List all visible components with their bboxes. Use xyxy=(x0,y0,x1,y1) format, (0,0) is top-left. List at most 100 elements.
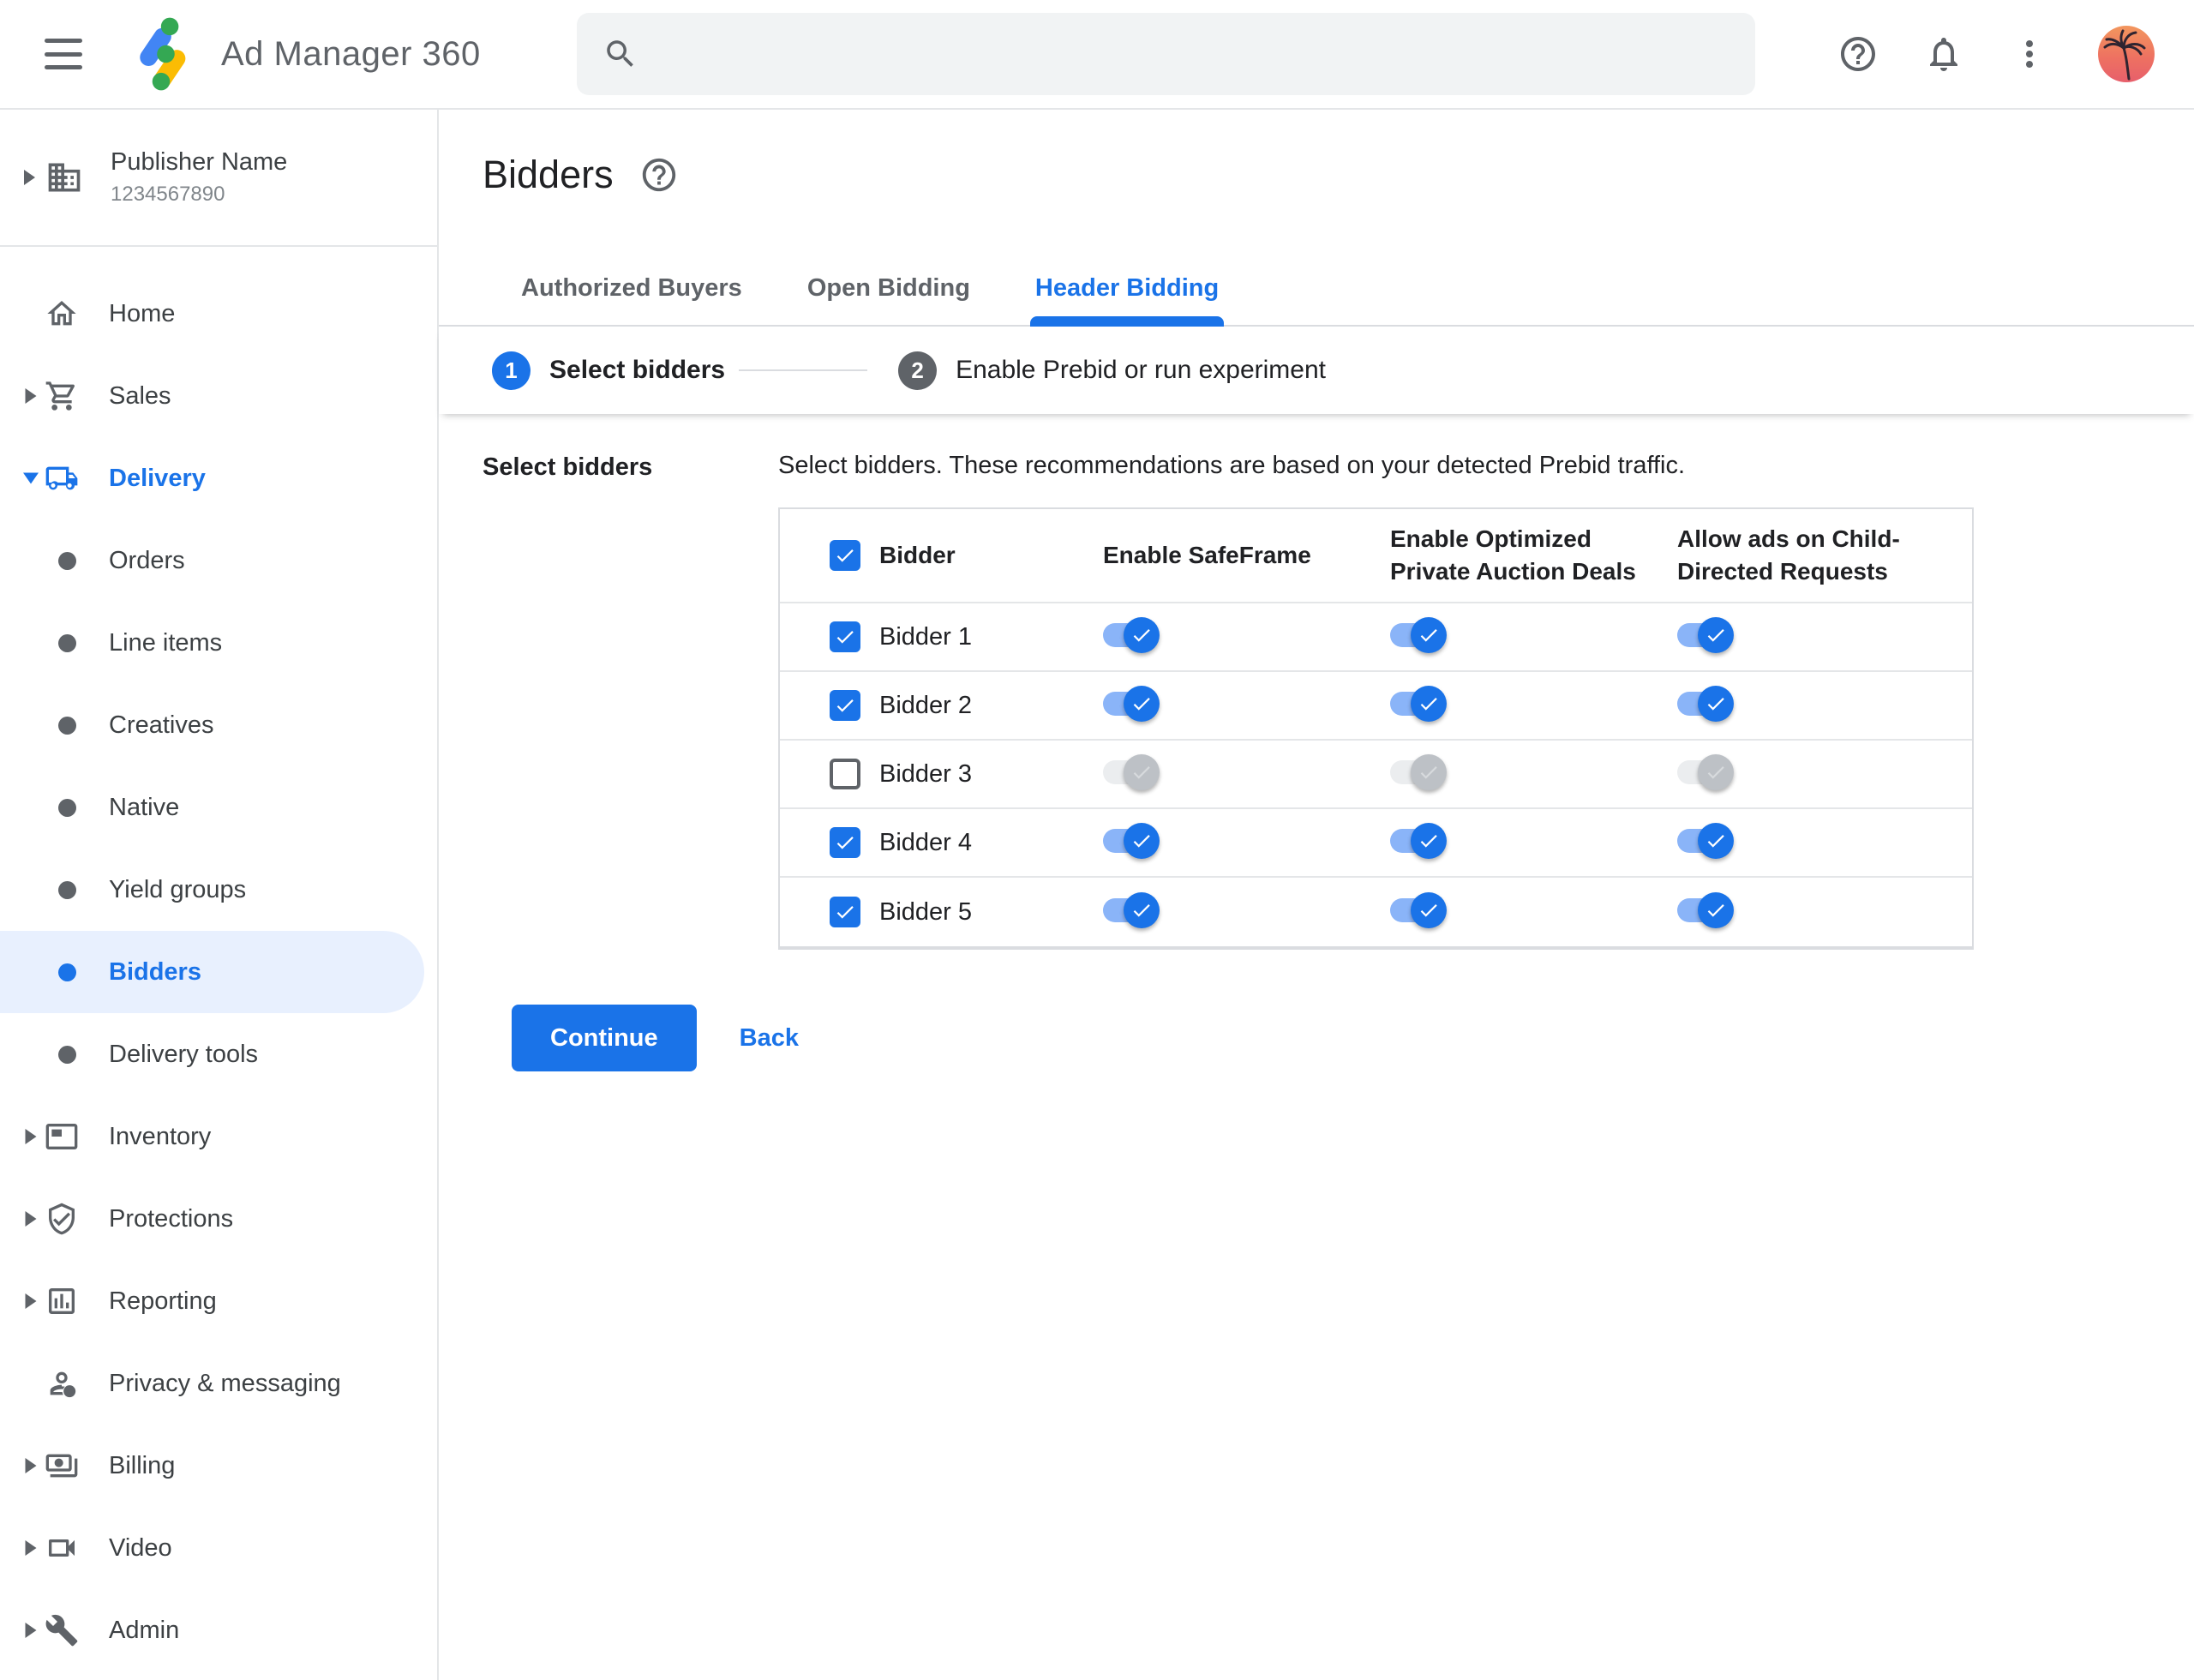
expand-arrow-icon xyxy=(21,1126,41,1147)
home-icon xyxy=(45,297,79,331)
bidder-name: Bidder 1 xyxy=(879,622,973,651)
check-icon xyxy=(1707,834,1724,848)
tab[interactable]: Authorized Buyers xyxy=(516,274,747,325)
more-vert-icon[interactable] xyxy=(2009,33,2050,75)
child-directed-toggle[interactable] xyxy=(1677,685,1734,722)
child-directed-toggle[interactable] xyxy=(1677,891,1734,928)
app-title: Ad Manager 360 xyxy=(221,34,481,73)
truck-icon xyxy=(45,461,79,495)
sidebar-subitem[interactable]: Delivery tools xyxy=(0,1013,424,1095)
optimized-private-auction-toggle[interactable] xyxy=(1390,822,1447,859)
continue-button[interactable]: Continue xyxy=(512,1005,697,1071)
sidebar-item[interactable]: Video xyxy=(0,1507,437,1589)
check-icon xyxy=(1133,903,1150,917)
sidebar-subitem[interactable]: Orders xyxy=(0,519,424,602)
page-title: Bidders xyxy=(483,153,614,196)
child-directed-toggle[interactable] xyxy=(1677,616,1734,653)
child-directed-toggle[interactable] xyxy=(1677,753,1734,790)
step-number-badge: 2 xyxy=(898,351,938,390)
bullet-icon xyxy=(58,963,76,981)
privacy-icon xyxy=(45,1366,79,1401)
menu-icon[interactable] xyxy=(45,39,82,69)
expand-arrow-icon xyxy=(21,1209,41,1229)
bullet-icon xyxy=(58,551,76,570)
sidebar-item-label: Admin xyxy=(109,1616,180,1644)
sidebar-item[interactable]: Inventory xyxy=(0,1095,437,1178)
tab[interactable]: Open Bidding xyxy=(802,274,975,325)
sidebar-item-label: Sales xyxy=(109,381,171,410)
bidder-checkbox[interactable] xyxy=(830,897,860,927)
sidebar-item[interactable]: Billing xyxy=(0,1425,437,1507)
inventory-icon xyxy=(45,1119,79,1154)
bullet-icon xyxy=(58,798,76,817)
bidder-checkbox[interactable] xyxy=(830,621,860,652)
sidebar-item-label: Delivery xyxy=(109,464,206,492)
sidebar-item[interactable]: Protections xyxy=(0,1178,437,1260)
sidebar-subitem[interactable]: Bidders xyxy=(0,931,424,1013)
user-avatar[interactable] xyxy=(2097,26,2155,82)
optimized-private-auction-toggle[interactable] xyxy=(1390,753,1447,790)
check-icon xyxy=(1420,765,1437,779)
step-connector xyxy=(739,369,868,371)
select-all-checkbox[interactable] xyxy=(830,540,860,571)
help-icon[interactable] xyxy=(1837,33,1879,75)
check-icon xyxy=(836,631,854,644)
search-bar[interactable] xyxy=(576,13,1755,95)
bidders-table: Bidder Enable SafeFrame Enable Optimized… xyxy=(778,507,1974,950)
table-body: Bidder 1 Bidder 2 Bidder 3 Bidder 4 Bidd… xyxy=(780,603,1972,946)
safeframe-toggle[interactable] xyxy=(1103,822,1160,859)
table-header-row: Bidder Enable SafeFrame Enable Optimized… xyxy=(780,509,1972,603)
sidebar-subitem[interactable]: Creatives xyxy=(0,684,424,766)
sidebar-item[interactable]: Sales xyxy=(0,355,437,437)
publisher-selector[interactable]: Publisher Name 1234567890 xyxy=(0,110,437,247)
optimized-private-auction-toggle[interactable] xyxy=(1390,616,1447,653)
check-icon xyxy=(1707,697,1724,711)
check-icon xyxy=(1707,765,1724,779)
sidebar-item-label: Home xyxy=(109,299,176,327)
back-button[interactable]: Back xyxy=(740,1024,799,1053)
bidder-row: Bidder 1 xyxy=(780,603,1972,672)
sidebar-subitem[interactable]: Native xyxy=(0,766,424,849)
sidebar-item-label: Privacy & messaging xyxy=(109,1369,341,1397)
sidebar-item-label: Video xyxy=(109,1533,172,1562)
sidebar-subitem[interactable]: Yield groups xyxy=(0,849,424,931)
step-label: Select bidders xyxy=(549,356,726,384)
notifications-icon[interactable] xyxy=(1923,33,1964,75)
safeframe-toggle[interactable] xyxy=(1103,891,1160,928)
ad-manager-logo-icon xyxy=(140,17,186,91)
safeframe-toggle[interactable] xyxy=(1103,753,1160,790)
optimized-private-auction-toggle[interactable] xyxy=(1390,685,1447,722)
stepper-step[interactable]: 1 Select bidders xyxy=(492,351,725,390)
sidebar-subitem-label: Yield groups xyxy=(109,875,247,903)
step-label: Enable Prebid or run experiment xyxy=(956,356,1326,384)
bidder-checkbox[interactable] xyxy=(830,827,860,858)
bidder-row: Bidder 5 xyxy=(780,878,1972,946)
stepper-step[interactable]: 2 Enable Prebid or run experiment xyxy=(725,351,1326,390)
sidebar-item[interactable]: Admin xyxy=(0,1589,437,1671)
optimized-private-auction-toggle[interactable] xyxy=(1390,891,1447,928)
sidebar: Publisher Name 1234567890 Home Sales Del… xyxy=(0,110,439,1680)
sidebar-item[interactable]: Delivery xyxy=(0,437,437,519)
sidebar-subitem-label: Creatives xyxy=(109,711,214,739)
expand-arrow-icon xyxy=(21,303,41,324)
tab[interactable]: Header Bidding xyxy=(1029,274,1225,327)
step-number-badge: 1 xyxy=(492,351,531,390)
expand-arrow-icon xyxy=(21,386,41,406)
safeframe-toggle[interactable] xyxy=(1103,685,1160,722)
sidebar-item[interactable]: Privacy & messaging xyxy=(0,1342,437,1425)
check-icon xyxy=(1133,765,1150,779)
bidder-row: Bidder 2 xyxy=(780,672,1972,741)
safeframe-toggle[interactable] xyxy=(1103,616,1160,653)
sidebar-nav: Home Sales Delivery Orders Line items Cr… xyxy=(0,273,437,1671)
bidder-name: Bidder 5 xyxy=(879,897,973,926)
help-icon[interactable] xyxy=(639,155,679,195)
check-icon xyxy=(836,549,854,562)
check-icon xyxy=(1420,903,1437,917)
child-directed-toggle[interactable] xyxy=(1677,822,1734,859)
sidebar-subitem[interactable]: Line items xyxy=(0,602,424,684)
bidder-checkbox[interactable] xyxy=(830,759,860,789)
bidder-checkbox[interactable] xyxy=(830,690,860,721)
sidebar-item[interactable]: Reporting xyxy=(0,1260,437,1342)
sidebar-item[interactable]: Home xyxy=(0,273,437,355)
search-input[interactable] xyxy=(658,39,1729,69)
